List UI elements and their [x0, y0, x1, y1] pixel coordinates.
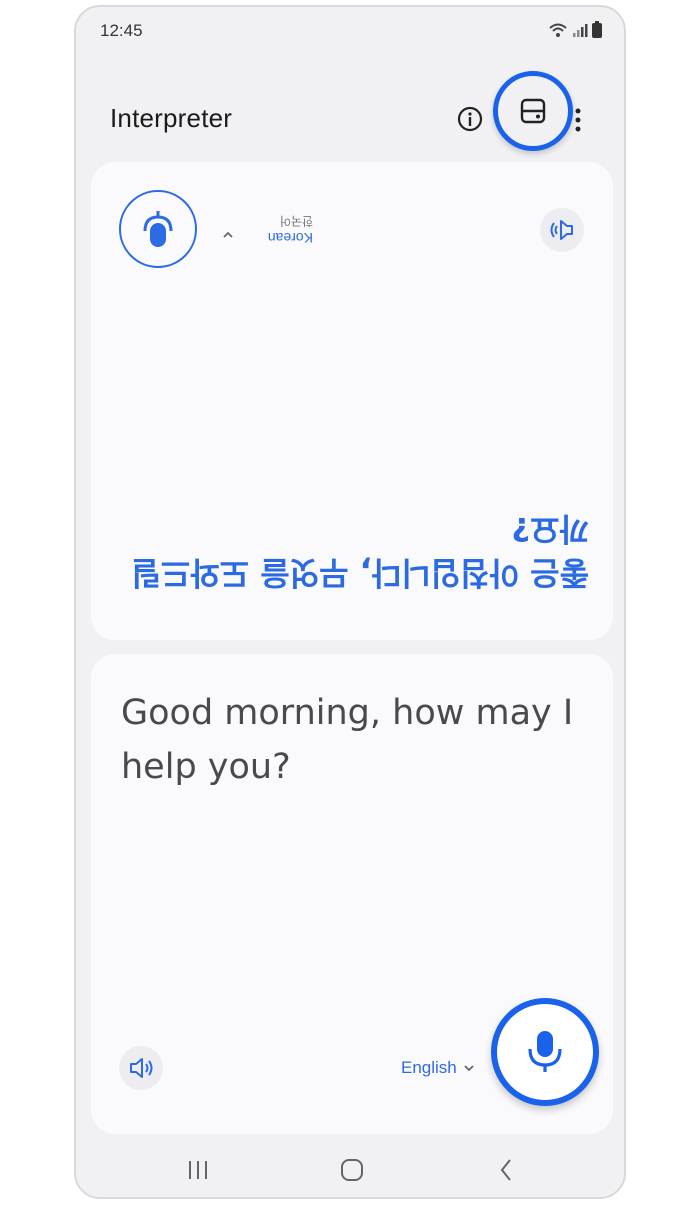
status-time: 12:45: [100, 21, 143, 40]
recent-apps-button[interactable]: [178, 1153, 218, 1187]
info-icon: [457, 106, 483, 132]
speaker-icon: [550, 220, 573, 240]
info-button[interactable]: [456, 105, 484, 133]
signal-icon: [573, 24, 588, 37]
home-icon: [341, 1159, 363, 1181]
status-bar: 12:45: [76, 7, 624, 59]
user-speech-text: Good morning, how may I help you?: [121, 693, 574, 787]
user-language-selector[interactable]: English: [401, 1058, 475, 1078]
partner-language-label: Korean: [267, 230, 313, 246]
layout-toggle-button[interactable]: [493, 71, 573, 151]
battery-icon: [592, 21, 602, 38]
partner-mic-button[interactable]: [119, 190, 197, 268]
mic-icon: [528, 1031, 562, 1072]
mic-icon: [143, 211, 173, 247]
navigation-bar: [76, 1141, 624, 1197]
page-title: Interpreter: [110, 103, 233, 133]
wifi-icon: [549, 23, 567, 37]
partner-speaker-button[interactable]: [540, 208, 584, 252]
home-button[interactable]: [332, 1153, 372, 1187]
partner-panel: Korean 한국어 좋은 아침입니다, 무엇을 도와드릴까요?: [91, 162, 613, 640]
user-language-label: English: [401, 1058, 457, 1077]
more-options-icon: [575, 108, 581, 132]
user-speaker-button[interactable]: [119, 1046, 163, 1090]
chevron-down-icon: [464, 1065, 474, 1072]
back-button[interactable]: [486, 1153, 526, 1187]
more-options-button[interactable]: [570, 103, 586, 137]
layout-toggle-icon: [520, 98, 546, 124]
back-icon: [500, 1159, 511, 1181]
user-panel: Good morning, how may I help you? Englis…: [91, 654, 613, 1134]
recent-apps-icon: [189, 1161, 207, 1179]
user-mic-button[interactable]: [491, 998, 599, 1106]
chevron-up-icon: [223, 231, 233, 238]
app-bar: Interpreter: [76, 71, 624, 151]
speaker-icon: [130, 1058, 153, 1078]
phone-frame: 12:45 Interpreter Korean 한국어 좋은 아침입니다, 무…: [74, 5, 626, 1199]
partner-translation-text: 좋은 아침입니다, 무엇을 도와드릴까요?: [131, 510, 589, 592]
partner-language-native: 한국어: [279, 214, 313, 228]
status-icons: [548, 21, 602, 38]
